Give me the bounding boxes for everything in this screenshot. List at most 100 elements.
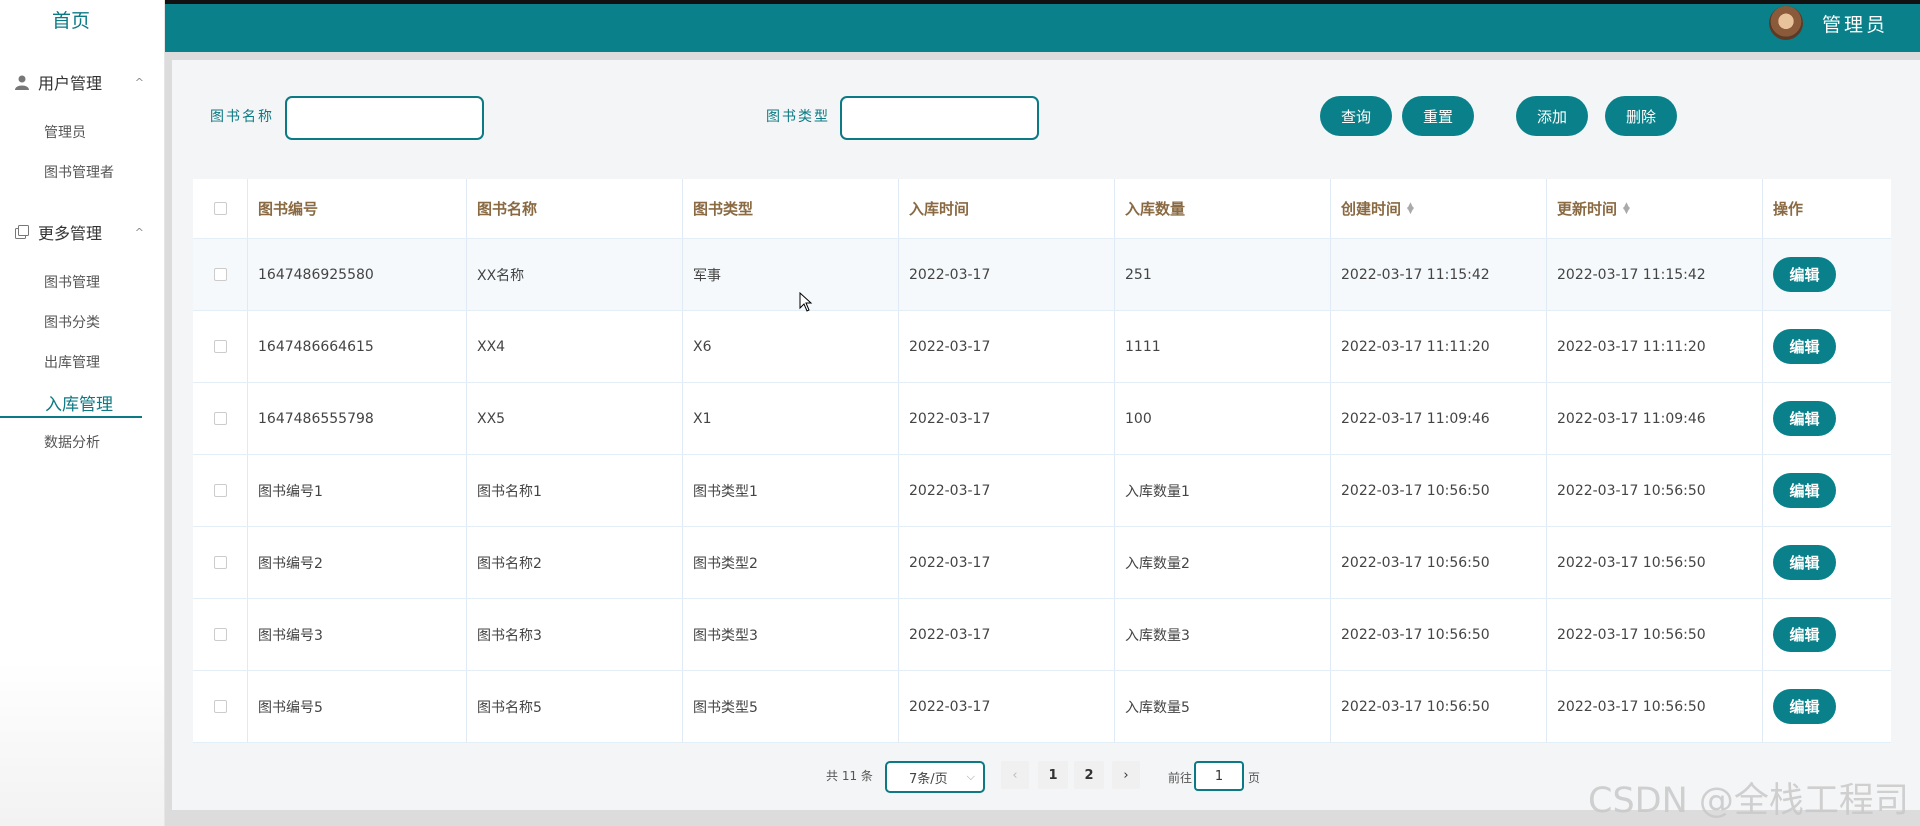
cell-type: 图书类型2 — [683, 527, 899, 598]
query-button[interactable]: 查询 — [1320, 96, 1392, 136]
cell-actions: 编辑 — [1763, 527, 1891, 598]
reset-button[interactable]: 重置 — [1402, 96, 1474, 136]
next-page-button[interactable]: › — [1112, 761, 1140, 789]
col-header-id: 图书编号 — [248, 179, 467, 238]
prev-page-button[interactable]: ‹ — [1001, 761, 1029, 789]
sidebar-home[interactable]: 首页 — [0, 6, 142, 33]
page-size-value: 7条/页 — [909, 771, 948, 787]
row-checkbox[interactable] — [213, 268, 227, 281]
cell-type: 图书类型3 — [683, 599, 899, 670]
cell-inbound-time: 2022-03-17 — [899, 527, 1115, 598]
sidebar-item-book-category[interactable]: 图书分类 — [44, 312, 100, 332]
edit-button[interactable]: 编辑 — [1773, 545, 1836, 580]
table-row[interactable]: 图书编号3 图书名称3 图书类型3 2022-03-17 入库数量3 2022-03-17… — [193, 599, 1891, 671]
sidebar-item-outbound[interactable]: 出库管理 — [44, 352, 100, 372]
table-row[interactable]: 1647486925580 XX名称 军事 2022-03-17 251 2022-03-… — [193, 239, 1891, 311]
cell-type: 军事 — [683, 239, 899, 310]
col-header-updated[interactable]: 更新时间 ▲ ▼ — [1547, 179, 1763, 238]
goto-page-input[interactable]: 1 — [1194, 761, 1244, 791]
chevron-up-icon: ^ — [134, 225, 144, 239]
chevron-down-icon: ⌵ — [966, 770, 975, 783]
cell-inbound-time: 2022-03-17 — [899, 239, 1115, 310]
cell-actions: 编辑 — [1763, 455, 1891, 526]
cell-updated: 2022-03-17 11:11:20 — [1547, 311, 1763, 382]
cell-updated: 2022-03-17 10:56:50 — [1547, 599, 1763, 670]
avatar[interactable] — [1767, 4, 1805, 42]
cell-inbound-qty: 251 — [1115, 239, 1331, 310]
watermark: CSDN @全栈工程司 — [1588, 781, 1909, 821]
cell-updated: 2022-03-17 10:56:50 — [1547, 671, 1763, 742]
sidebar-group-label: 更多管理 — [38, 224, 103, 243]
sidebar-item-book-manager[interactable]: 图书管理者 — [44, 162, 114, 182]
sidebar-item-book-management[interactable]: 图书管理 — [44, 272, 100, 292]
book-name-input[interactable] — [285, 96, 484, 140]
data-table: 图书编号 图书名称 图书类型 入库时间 入库数量 创建时间 ▲ ▼ 更新时间 ▲ ▼… — [193, 179, 1891, 743]
col-header-inbound-time: 入库时间 — [899, 179, 1115, 238]
row-checkbox[interactable] — [213, 700, 227, 713]
page-2-button[interactable]: 2 — [1074, 761, 1104, 789]
cell-updated: 2022-03-17 10:56:50 — [1547, 527, 1763, 598]
cell-updated: 2022-03-17 11:15:42 — [1547, 239, 1763, 310]
table-header: 图书编号 图书名称 图书类型 入库时间 入库数量 创建时间 ▲ ▼ 更新时间 ▲ ▼… — [193, 179, 1891, 239]
sidebar-group-user[interactable]: 用户管理 ^ — [14, 70, 144, 94]
goto-prefix: 前往 — [1168, 771, 1193, 785]
edit-button[interactable]: 编辑 — [1773, 401, 1836, 436]
cell-inbound-qty: 100 — [1115, 383, 1331, 454]
col-header-type: 图书类型 — [683, 179, 899, 238]
cell-created: 2022-03-17 11:15:42 — [1331, 239, 1547, 310]
row-checkbox[interactable] — [213, 556, 227, 569]
admin-name[interactable]: 管理员 — [1822, 10, 1888, 37]
table-row[interactable]: 图书编号5 图书名称5 图书类型5 2022-03-17 入库数量5 2022-03-17… — [193, 671, 1891, 743]
cell-actions: 编辑 — [1763, 599, 1891, 670]
cell-created: 2022-03-17 11:11:20 — [1331, 311, 1547, 382]
page-size-select[interactable]: 7条/页 ⌵ — [885, 761, 985, 793]
edit-button[interactable]: 编辑 — [1773, 257, 1836, 292]
cell-name: 图书名称3 — [467, 599, 683, 670]
row-select-cell — [193, 239, 248, 310]
cell-updated: 2022-03-17 11:09:46 — [1547, 383, 1763, 454]
delete-button[interactable]: 删除 — [1605, 96, 1677, 136]
col-header-created[interactable]: 创建时间 ▲ ▼ — [1331, 179, 1547, 238]
cell-created: 2022-03-17 10:56:50 — [1331, 527, 1547, 598]
edit-button[interactable]: 编辑 — [1773, 617, 1836, 652]
sidebar-item-analytics[interactable]: 数据分析 — [44, 432, 100, 452]
col-header-actions: 操作 — [1773, 200, 1804, 218]
cell-name: XX5 — [467, 383, 683, 454]
add-button[interactable]: 添加 — [1516, 96, 1588, 136]
row-checkbox[interactable] — [213, 628, 227, 641]
row-checkbox[interactable] — [213, 484, 227, 497]
cell-id: 图书编号3 — [248, 599, 467, 670]
book-type-input[interactable] — [840, 96, 1039, 140]
col-header-updated-label: 更新时间 — [1557, 200, 1618, 218]
row-select-cell — [193, 599, 248, 670]
copy-icon — [14, 224, 30, 240]
page-1-button[interactable]: 1 — [1038, 761, 1068, 789]
cell-inbound-qty: 入库数量2 — [1115, 527, 1331, 598]
cell-inbound-qty: 入库数量5 — [1115, 671, 1331, 742]
edit-button[interactable]: 编辑 — [1773, 329, 1836, 364]
sidebar-group-more[interactable]: 更多管理 ^ — [14, 220, 144, 244]
sidebar-item-inbound[interactable]: 入库管理 — [45, 390, 113, 415]
top-bar — [165, 0, 1920, 52]
sidebar-item-admin[interactable]: 管理员 — [44, 122, 86, 142]
col-header-inbound-qty: 入库数量 — [1115, 179, 1331, 238]
cell-name: 图书名称5 — [467, 671, 683, 742]
cell-id: 1647486555798 — [248, 383, 467, 454]
table-row[interactable]: 1647486555798 XX5 X1 2022-03-17 100 2022-03-1… — [193, 383, 1891, 455]
cell-created: 2022-03-17 10:56:50 — [1331, 671, 1547, 742]
edit-button[interactable]: 编辑 — [1773, 689, 1836, 724]
table-row[interactable]: 1647486664615 XX4 X6 2022-03-17 1111 2022-03-… — [193, 311, 1891, 383]
table-row[interactable]: 图书编号2 图书名称2 图书类型2 2022-03-17 入库数量2 2022-03-17… — [193, 527, 1891, 599]
row-select-cell — [193, 383, 248, 454]
cell-name: XX4 — [467, 311, 683, 382]
select-all-checkbox[interactable] — [213, 202, 227, 215]
cell-id: 图书编号5 — [248, 671, 467, 742]
edit-button[interactable]: 编辑 — [1773, 473, 1836, 508]
sort-icon[interactable]: ▲ ▼ — [1407, 201, 1414, 215]
chevron-up-icon: ^ — [134, 75, 144, 89]
sort-icon[interactable]: ▲ ▼ — [1623, 201, 1630, 215]
table-row[interactable]: 图书编号1 图书名称1 图书类型1 2022-03-17 入库数量1 2022-03-17… — [193, 455, 1891, 527]
row-checkbox[interactable] — [213, 412, 227, 425]
row-checkbox[interactable] — [213, 340, 227, 353]
cell-actions: 编辑 — [1763, 239, 1891, 310]
